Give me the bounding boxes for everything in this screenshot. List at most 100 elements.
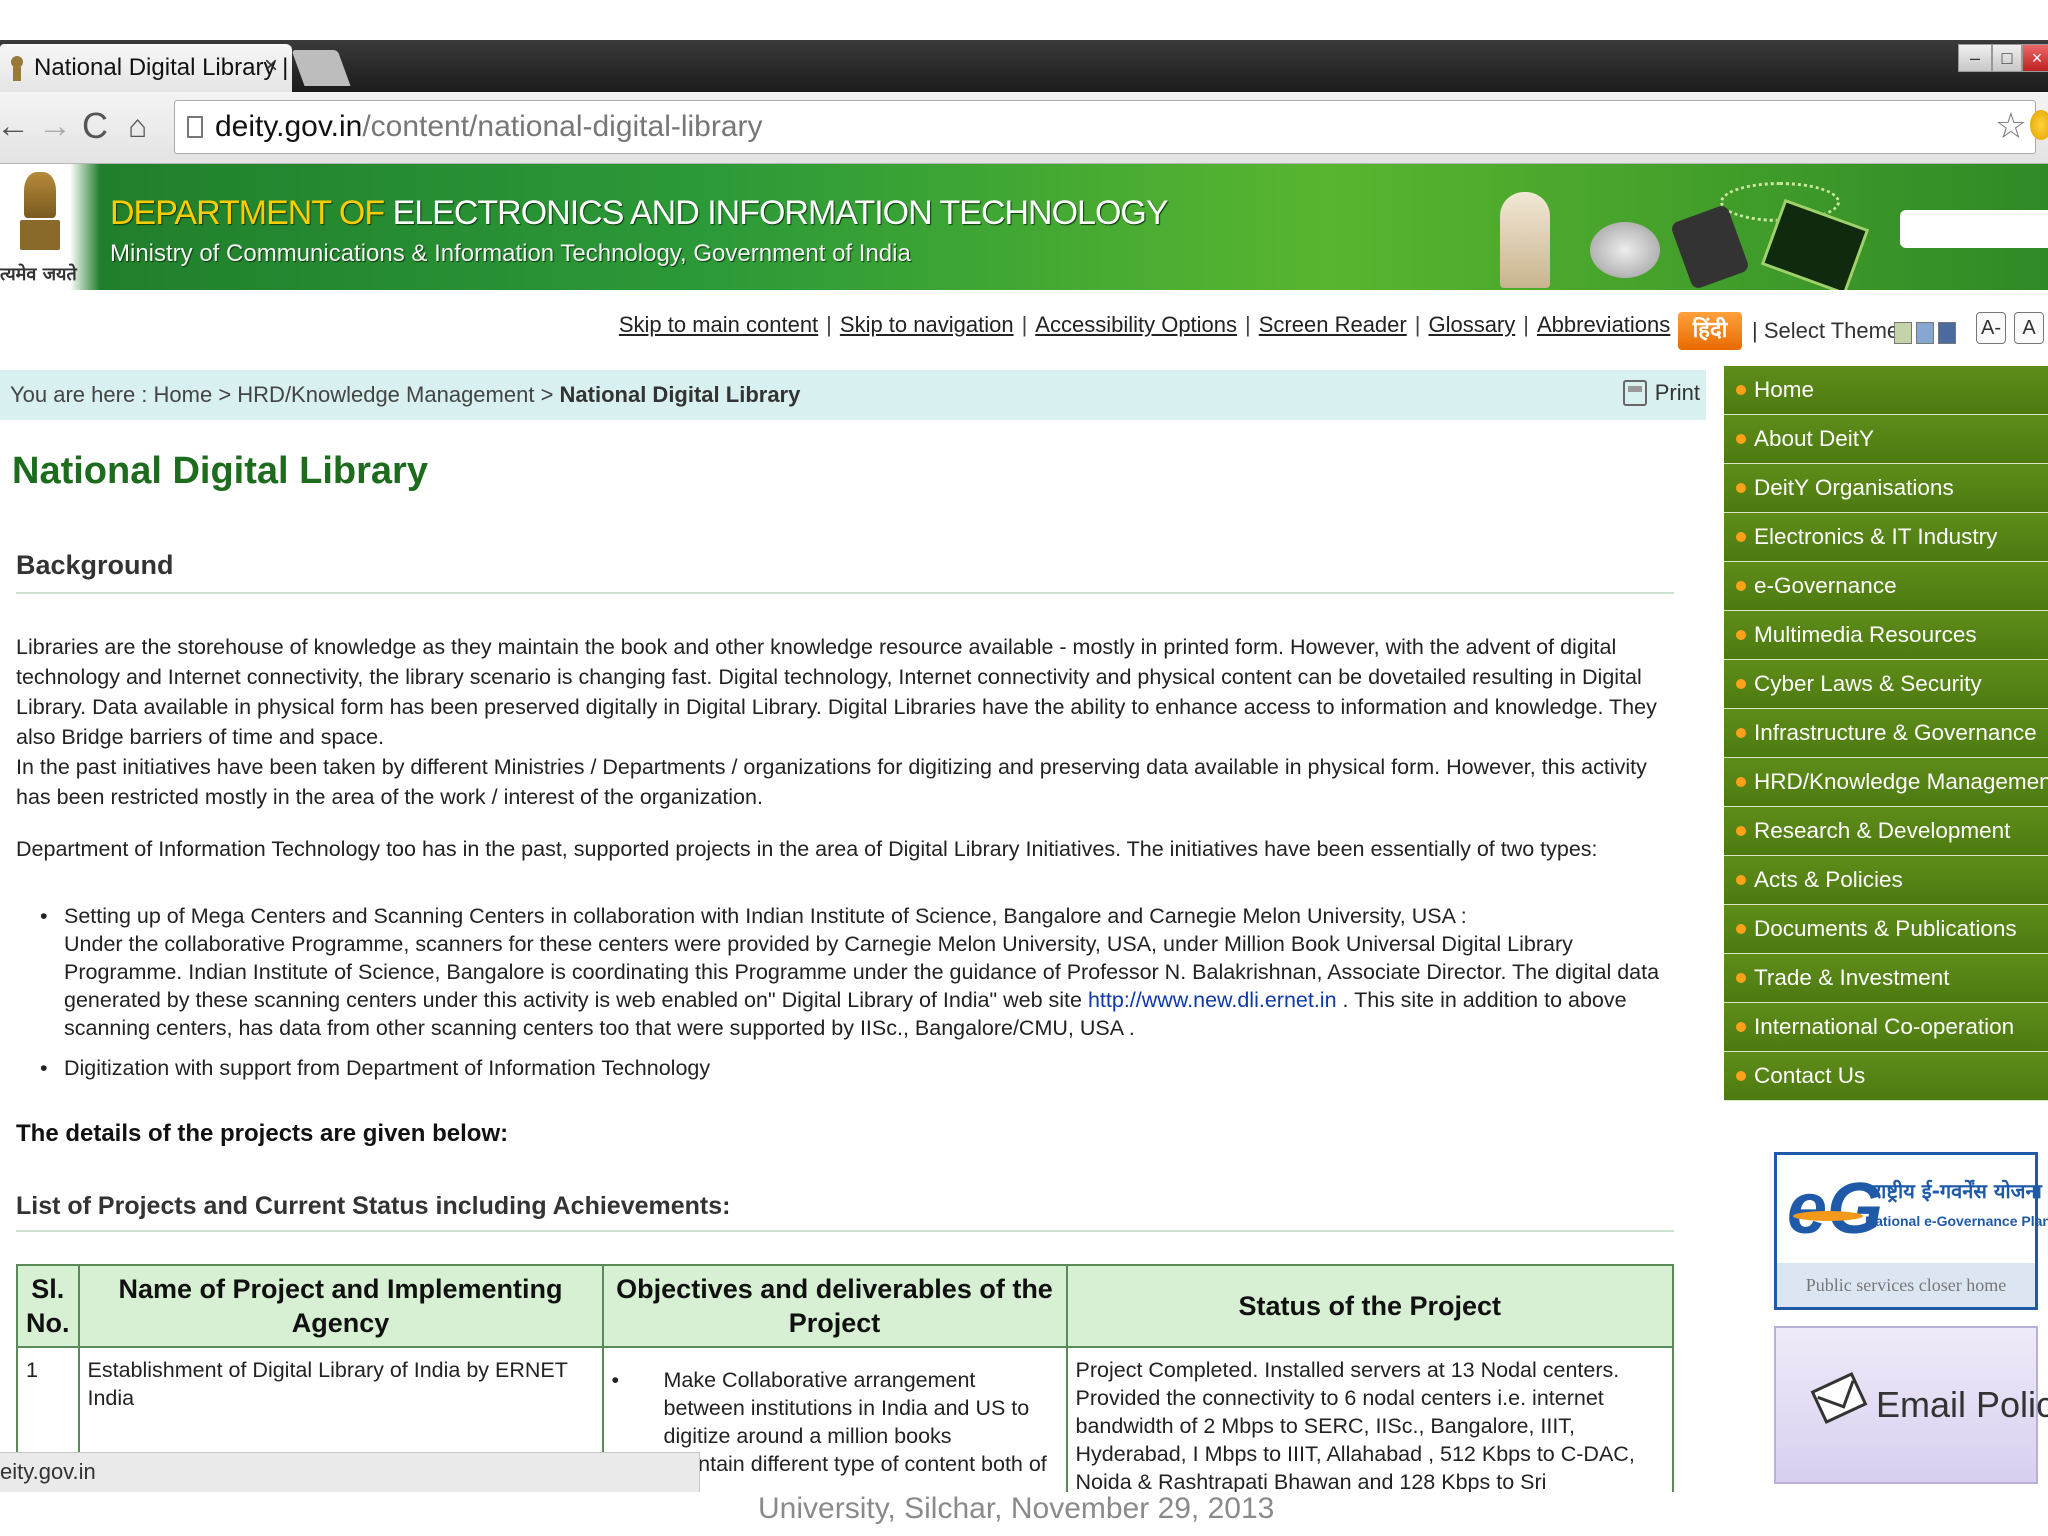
home-icon[interactable]: ⌂ (128, 106, 147, 146)
theme-swatch-light-blue[interactable] (1916, 322, 1934, 344)
print-button[interactable]: Print (1622, 380, 1700, 406)
reload-icon[interactable]: C (82, 106, 108, 146)
sidebar-item-home[interactable]: Home (1724, 366, 2048, 415)
window-minimize-button[interactable]: – (1958, 44, 1992, 72)
skip-nav-link[interactable]: Skip to navigation (840, 312, 1014, 338)
paragraph-dit: Department of Information Technology too… (16, 837, 1598, 861)
main-content: National Digital Library Background Libr… (0, 420, 1706, 1492)
tab-title: National Digital Library | (34, 54, 289, 81)
divider (16, 592, 1674, 594)
utility-links: Skip to main content | Skip to navigation… (618, 312, 1684, 338)
sidebar-nav: Home About DeitY DeitY Organisations Ele… (1724, 366, 2048, 1101)
breadcrumb-home[interactable]: Home (154, 382, 213, 407)
breadcrumb-current: National Digital Library (559, 382, 801, 407)
font-increase-button[interactable]: A (2014, 312, 2044, 344)
bullet-icon (1736, 385, 1746, 395)
sidebar-item-contact[interactable]: Contact Us (1724, 1052, 2048, 1101)
table-header-status: Status of the Project (1065, 1264, 1674, 1348)
paragraph-initiatives: In the past initiatives have been taken … (16, 755, 1647, 809)
sidebar-item-research[interactable]: Research & Development (1724, 807, 2048, 856)
sidebar-item-egovernance[interactable]: e-Governance (1724, 562, 2048, 611)
skip-main-link[interactable]: Skip to main content (619, 312, 818, 338)
new-tab-button[interactable] (291, 50, 351, 86)
department-title[interactable]: DEPARTMENT OF ELECTRONICS AND INFORMATIO… (110, 194, 1169, 233)
sidebar-item-documents[interactable]: Documents & Publications (1724, 905, 2048, 954)
tab-close-icon[interactable]: × (264, 52, 278, 80)
page-title: National Digital Library (12, 450, 428, 492)
back-arrow-icon[interactable]: ← (0, 106, 30, 146)
paragraph-intro: Libraries are the storehouse of knowledg… (16, 635, 1657, 749)
bullet-icon (1736, 777, 1746, 787)
address-bar[interactable]: deity.gov.in/content/national-digital-li… (174, 100, 2036, 154)
site-banner: त्यमेव जयते DEPARTMENT OF ELECTRONICS AN… (0, 164, 2048, 290)
window-close-button[interactable]: × (2022, 44, 2048, 72)
sidebar-item-cyber-laws[interactable]: Cyber Laws & Security (1724, 660, 2048, 709)
page-icon (187, 116, 203, 138)
sidebar-item-organisations[interactable]: DeitY Organisations (1724, 464, 2048, 513)
envelope-icon (1810, 1371, 1868, 1425)
slide-caption: University, Silchar, November 29, 2013 (758, 1492, 1275, 1525)
select-theme-label: | Select Theme (1752, 318, 1900, 343)
bullet-icon (1736, 924, 1746, 934)
hindi-language-button[interactable]: हिंदी (1678, 312, 1742, 350)
bookmark-star-icon[interactable]: ☆ (1995, 105, 2027, 147)
utility-bar: Skip to main content | Skip to navigation… (0, 298, 2048, 360)
url-text[interactable]: deity.gov.in/content/national-digital-li… (215, 110, 763, 144)
egov-tagline: Public services closer home (1777, 1263, 2035, 1307)
extension-icon[interactable] (2030, 110, 2048, 140)
printer-icon (1622, 380, 1647, 406)
initiatives-list: Setting up of Mega Centers and Scanning … (40, 902, 1684, 1094)
list-item: Setting up of Mega Centers and Scanning … (40, 902, 1684, 1042)
table-header-objectives: Objectives and deliverables of the Proje… (601, 1264, 1068, 1348)
bullet-icon (1736, 1071, 1746, 1081)
browser-toolbar: ← → C ⌂ deity.gov.in/content/national-di… (0, 92, 2048, 164)
dli-website-link[interactable]: http://www.new.dli.ernet.in (1088, 988, 1337, 1012)
sidebar-item-multimedia[interactable]: Multimedia Resources (1724, 611, 2048, 660)
table-header-sl: Sl. No. (16, 1264, 80, 1348)
bullet-icon (1736, 875, 1746, 885)
bullet-icon (1736, 1022, 1746, 1032)
bullet-icon (1736, 434, 1746, 444)
theme-swatch-blue[interactable] (1938, 322, 1956, 344)
sidebar-item-about[interactable]: About DeitY (1724, 415, 2048, 464)
browser-status-bar: eity.gov.in (0, 1452, 700, 1492)
sidebar-item-trade[interactable]: Trade & Investment (1724, 954, 2048, 1003)
emblem-motto: त्यमेव जयते (0, 264, 77, 285)
forward-arrow-icon[interactable]: → (38, 106, 72, 146)
banner-search-input[interactable] (1900, 210, 2048, 248)
cell-status: Project Completed. Installed servers at … (1065, 1346, 1674, 1492)
bullet-icon (1736, 483, 1746, 493)
theme-swatch-green[interactable] (1894, 322, 1912, 344)
egov-logo-icon: eG (1787, 1169, 1884, 1249)
sidebar-item-hrd[interactable]: HRD/Knowledge Management (1724, 758, 2048, 807)
list-item: Make Collaborative arrangement between i… (612, 1366, 1058, 1450)
accessibility-link[interactable]: Accessibility Options (1035, 312, 1237, 338)
egovernance-plan-banner[interactable]: eG राष्ट्रीय ई-गवर्नेंस योजना National e… (1774, 1152, 2048, 1310)
sidebar-item-infrastructure[interactable]: Infrastructure & Governance (1724, 709, 2048, 758)
glossary-link[interactable]: Glossary (1428, 312, 1515, 338)
bullet-icon (1736, 728, 1746, 738)
banner-illustration (1470, 182, 1910, 290)
font-decrease-button[interactable]: A- (1976, 312, 2006, 344)
breadcrumb: You are here : Home > HRD/Knowledge Mana… (10, 382, 801, 407)
bullet-icon (1736, 826, 1746, 836)
bullet-icon (1736, 679, 1746, 689)
email-policy-banner[interactable]: Email Policy (1774, 1326, 2048, 1484)
window-maximize-button[interactable]: □ (1992, 44, 2022, 72)
sidebar-item-acts[interactable]: Acts & Policies (1724, 856, 2048, 905)
emblem-favicon-icon (8, 54, 26, 82)
divider (16, 1230, 1674, 1232)
national-emblem-icon (18, 172, 62, 260)
abbreviations-link[interactable]: Abbreviations (1537, 312, 1670, 338)
browser-tab[interactable]: National Digital Library | × (0, 44, 292, 92)
sidebar-item-electronics[interactable]: Electronics & IT Industry (1724, 513, 2048, 562)
sidebar-item-international[interactable]: International Co-operation (1724, 1003, 2048, 1052)
bullet-icon (1736, 532, 1746, 542)
ministry-subtitle: Ministry of Communications & Information… (110, 240, 911, 267)
breadcrumb-hrd[interactable]: HRD/Knowledge Management (237, 382, 534, 407)
bullet-icon (1736, 581, 1746, 591)
bullet-icon (1736, 630, 1746, 640)
screen-reader-link[interactable]: Screen Reader (1259, 312, 1407, 338)
projects-list-heading: List of Projects and Current Status incl… (16, 1192, 731, 1220)
bullet-icon (1736, 973, 1746, 983)
